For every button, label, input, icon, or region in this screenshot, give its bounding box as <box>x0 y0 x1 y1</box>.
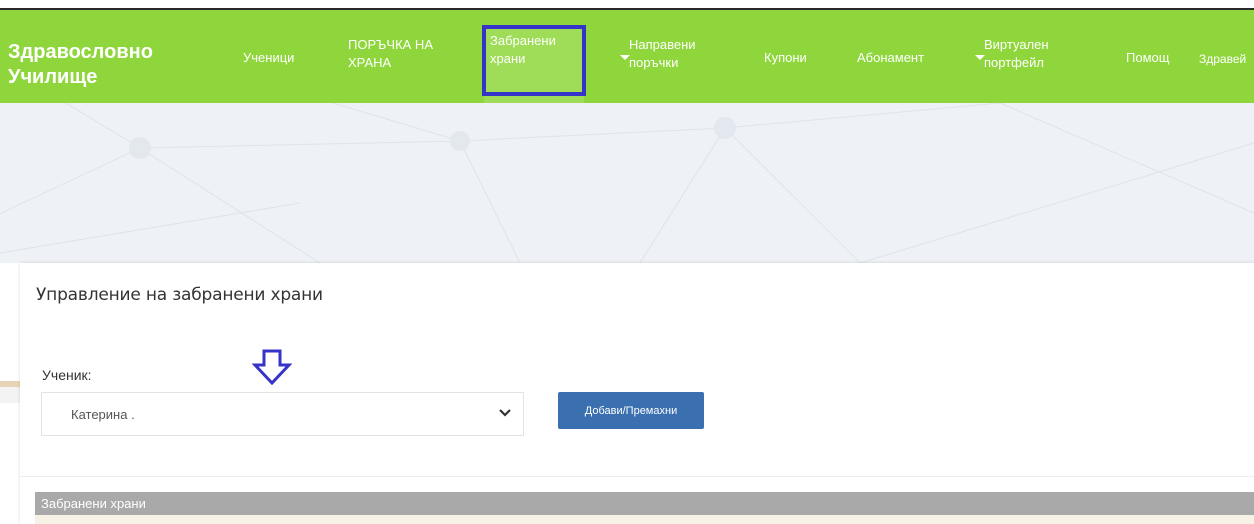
nav-item-help[interactable]: Помощ <box>1126 49 1169 67</box>
student-select-value: Катерина . <box>71 407 135 422</box>
student-label: Ученик: <box>42 367 92 383</box>
page-title: Управление на забранени храни <box>36 285 323 305</box>
top-navbar: Здравословно Училище Ученици ПОРЪЧКА НА … <box>0 10 1254 103</box>
table-body-top <box>35 515 1254 524</box>
user-greeting[interactable]: Здравей <box>1199 50 1246 68</box>
nav-item-virtual-wallet-line-2: портфейл <box>984 55 1044 70</box>
network-background-graphic <box>0 103 1254 263</box>
nav-item-food-order-line-2: ХРАНА <box>348 55 392 70</box>
nav-item-orders[interactable]: Направени поръчки <box>629 36 696 72</box>
nav-item-subscription[interactable]: Абонамент <box>857 49 924 67</box>
forbidden-foods-table-header: Забранени храни <box>35 492 1254 515</box>
left-accent-block <box>0 387 20 403</box>
nav-item-orders-line-2: поръчки <box>629 55 679 70</box>
nav-item-virtual-wallet-line-1: Виртуален <box>984 37 1049 52</box>
chevron-down-icon <box>499 409 511 417</box>
brand-line-1: Здравословно <box>8 41 153 63</box>
nav-item-students[interactable]: Ученици <box>243 49 294 67</box>
add-remove-button[interactable]: Добави/Премахни <box>558 392 704 429</box>
brand-line-2: Училище <box>8 66 98 88</box>
arrow-down-icon <box>252 349 292 385</box>
nav-item-virtual-wallet[interactable]: Виртуален портфейл <box>984 36 1049 72</box>
nav-item-orders-line-1: Направени <box>629 37 696 52</box>
student-select[interactable]: Катерина . <box>41 392 524 436</box>
nav-item-food-order[interactable]: ПОРЪЧКА НА ХРАНА <box>348 36 433 72</box>
nav-item-forbidden-foods-line-2: храни <box>490 51 526 66</box>
left-background-strip <box>0 263 20 524</box>
forbidden-foods-panel: Управление на забранени храни Ученик: Ка… <box>20 263 1254 524</box>
hero-banner <box>0 103 1254 263</box>
nav-item-food-order-line-1: ПОРЪЧКА НА <box>348 37 433 52</box>
section-divider <box>20 476 1254 477</box>
site-logo[interactable]: Здравословно Училище <box>8 40 198 90</box>
nav-item-coupons[interactable]: Купони <box>764 49 807 67</box>
nav-item-forbidden-foods[interactable]: Забранени храни <box>484 28 584 103</box>
window-top-edge <box>0 0 1254 10</box>
nav-item-forbidden-foods-line-1: Забранени <box>490 33 556 48</box>
